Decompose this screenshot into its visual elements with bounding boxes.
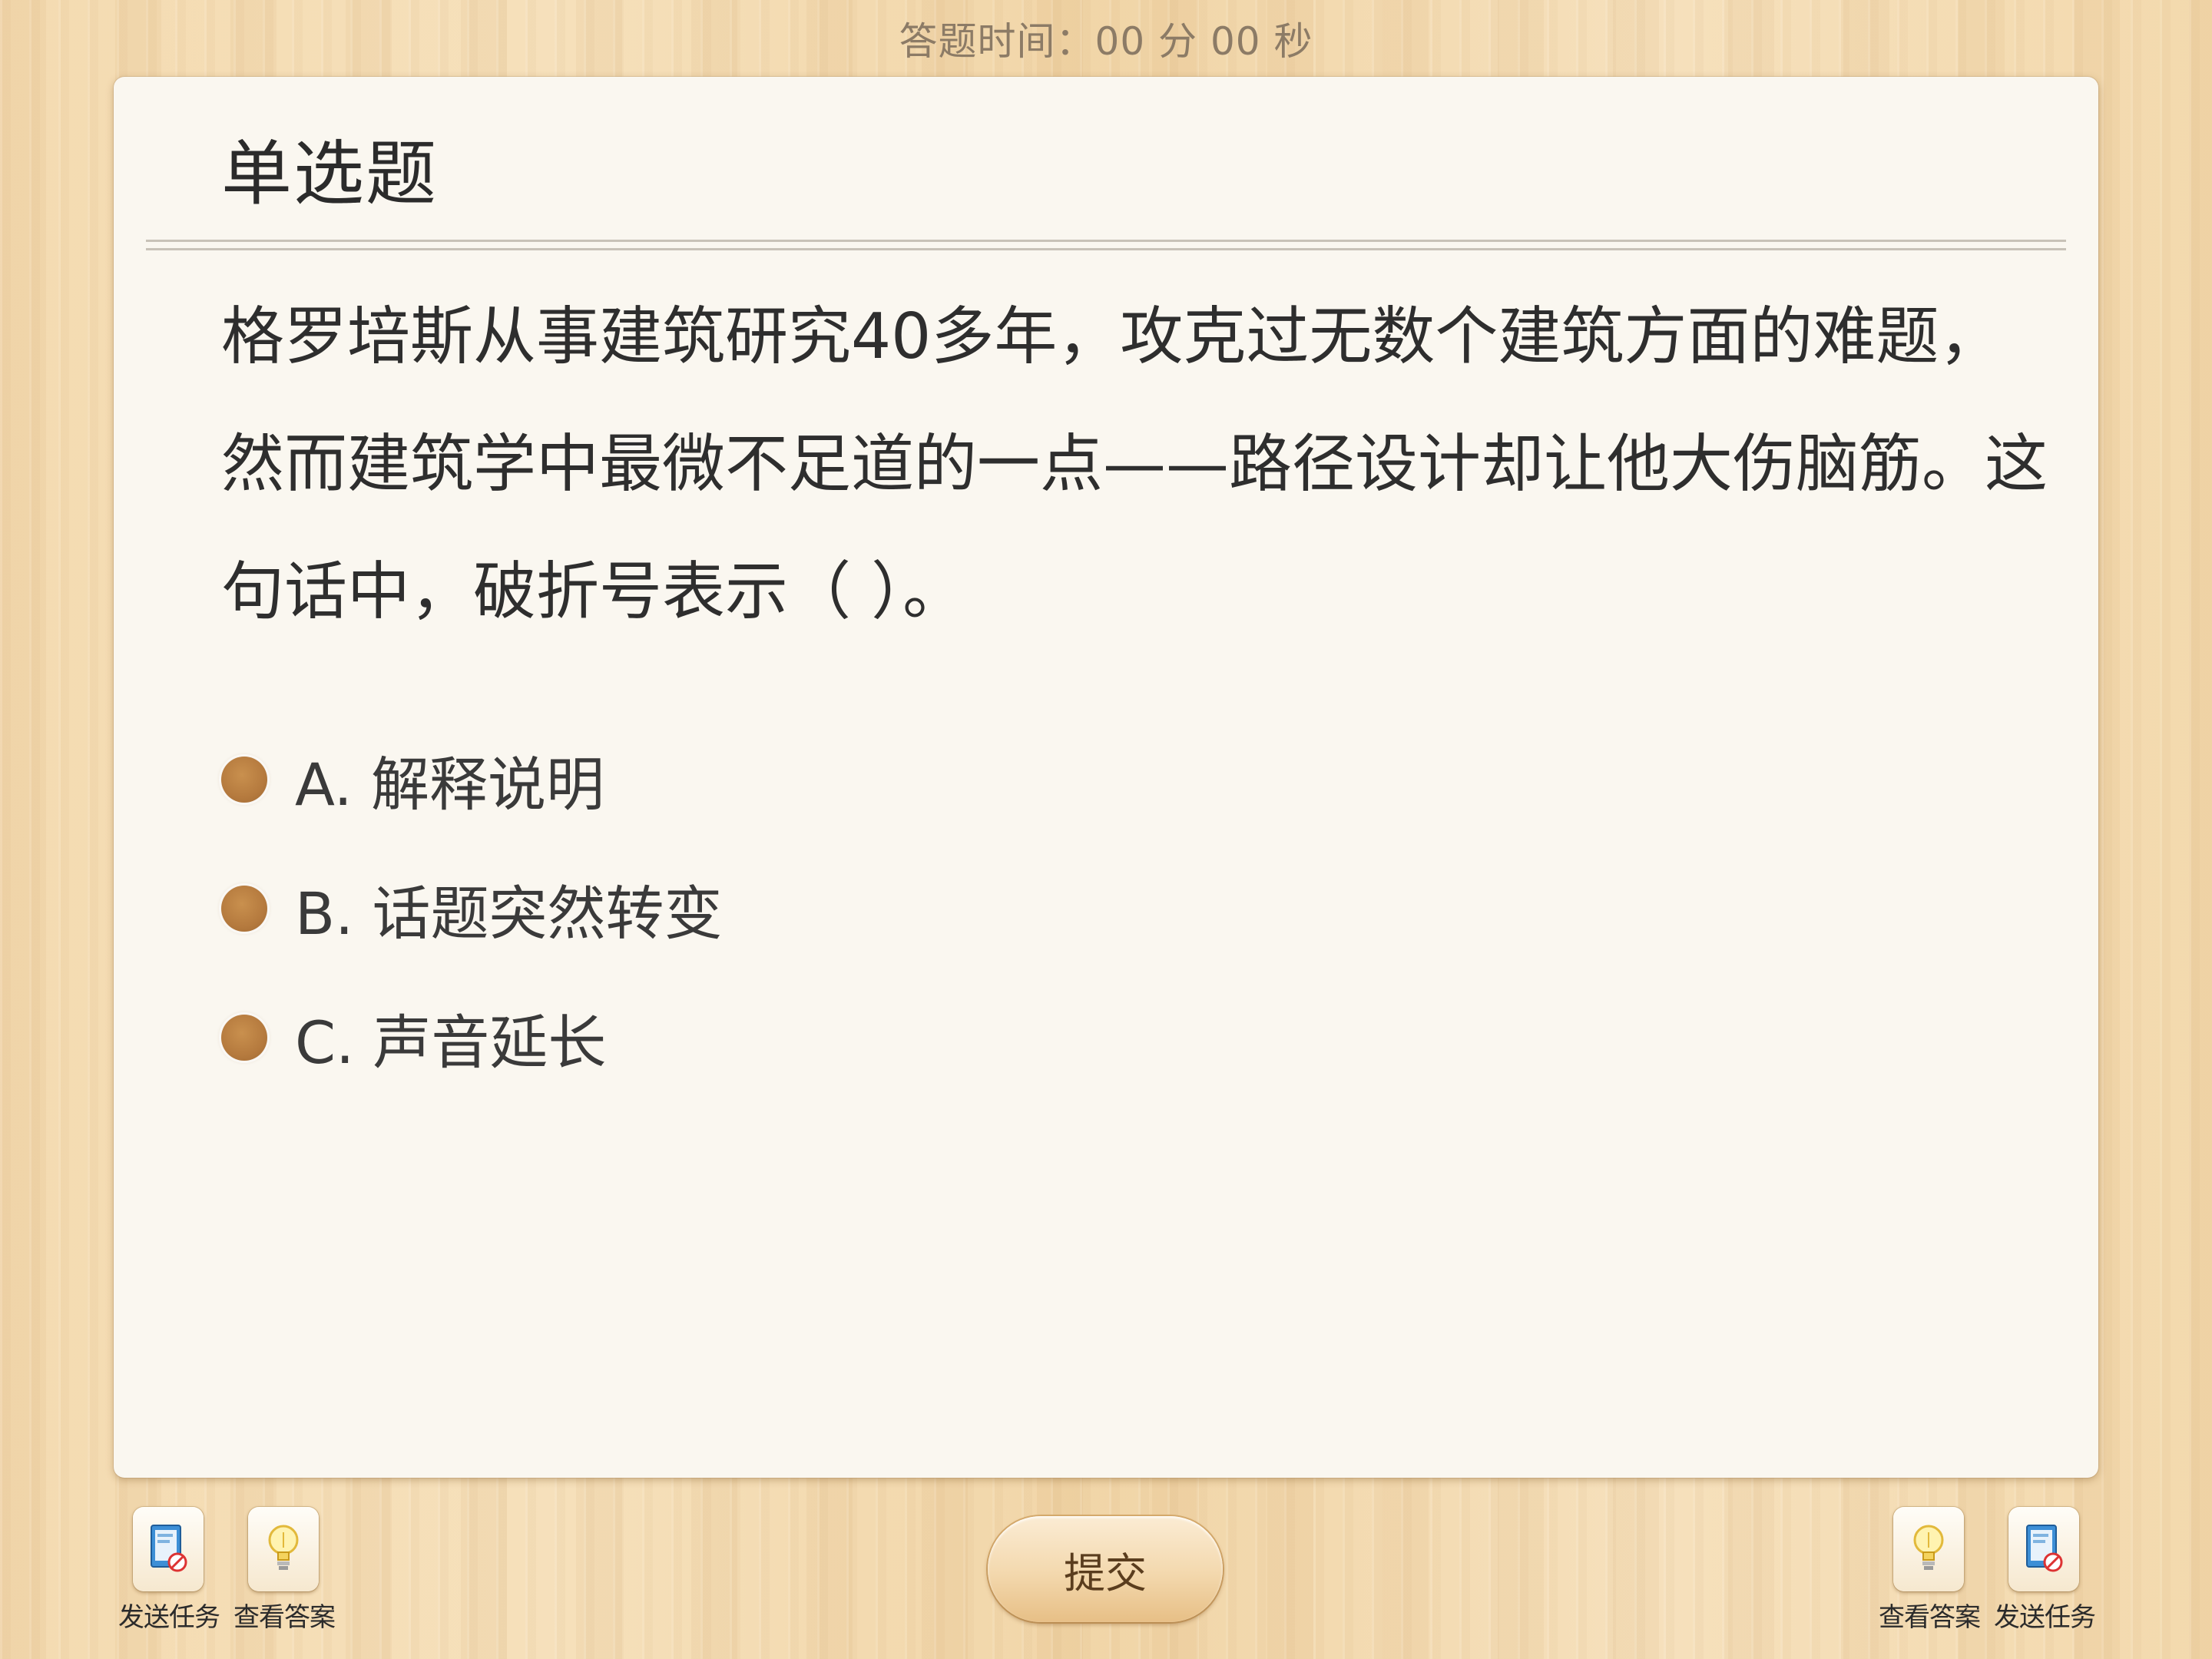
send-task-button-right[interactable]: 发送任务 — [1994, 1507, 2096, 1634]
send-task-button-left[interactable]: 发送任务 — [118, 1507, 220, 1634]
send-task-label-right: 发送任务 — [1994, 1602, 2096, 1633]
option-a-label: A. 解释说明 — [295, 750, 604, 819]
view-answer-label-left: 查看答案 — [233, 1602, 336, 1633]
option-b[interactable]: B. 话题突然转变 — [221, 866, 722, 951]
lightbulb-icon — [268, 1525, 299, 1570]
radio-button-a[interactable] — [221, 757, 267, 803]
radio-button-c[interactable] — [221, 1015, 267, 1061]
title-divider — [146, 240, 2066, 250]
answer-timer: 答题时间：00 分 00 秒 — [0, 11, 2212, 66]
view-answer-button-left[interactable]: 查看答案 — [233, 1507, 336, 1634]
option-c[interactable]: C. 声音延长 — [221, 995, 722, 1080]
send-task-label-left: 发送任务 — [118, 1602, 220, 1633]
options-list: A. 解释说明 B. 话题突然转变 C. 声音延长 — [221, 737, 722, 1124]
timer-minutes-unit: 分 — [1158, 19, 1198, 64]
option-a[interactable]: A. 解释说明 — [221, 737, 722, 822]
submit-button[interactable]: 提交 — [988, 1516, 1223, 1622]
radio-button-b[interactable] — [221, 886, 267, 932]
send-task-icon — [151, 1525, 187, 1572]
view-answer-label-right: 查看答案 — [1879, 1602, 1981, 1633]
question-type-title: 单选题 — [221, 133, 439, 215]
question-text: 格罗培斯从事建筑研究40多年，攻克过无数个建筑方面的难题，然而建筑学中最微不足道… — [221, 300, 2048, 628]
view-answer-button-right[interactable]: 查看答案 — [1879, 1507, 1981, 1634]
question-card: 单选题 格罗培斯从事建筑研究40多年，攻克过无数个建筑方面的难题，然而建筑学中最… — [114, 77, 2098, 1478]
option-b-label: B. 话题突然转变 — [295, 879, 723, 948]
timer-label: 答题时间： — [899, 19, 1095, 64]
send-task-icon — [2026, 1525, 2063, 1572]
option-c-label: C. 声音延长 — [295, 1008, 607, 1077]
timer-minutes: 00 — [1094, 19, 1146, 64]
timer-seconds-unit: 秒 — [1273, 19, 1313, 64]
timer-seconds: 00 — [1210, 19, 1261, 64]
lightbulb-icon — [1913, 1525, 1944, 1570]
